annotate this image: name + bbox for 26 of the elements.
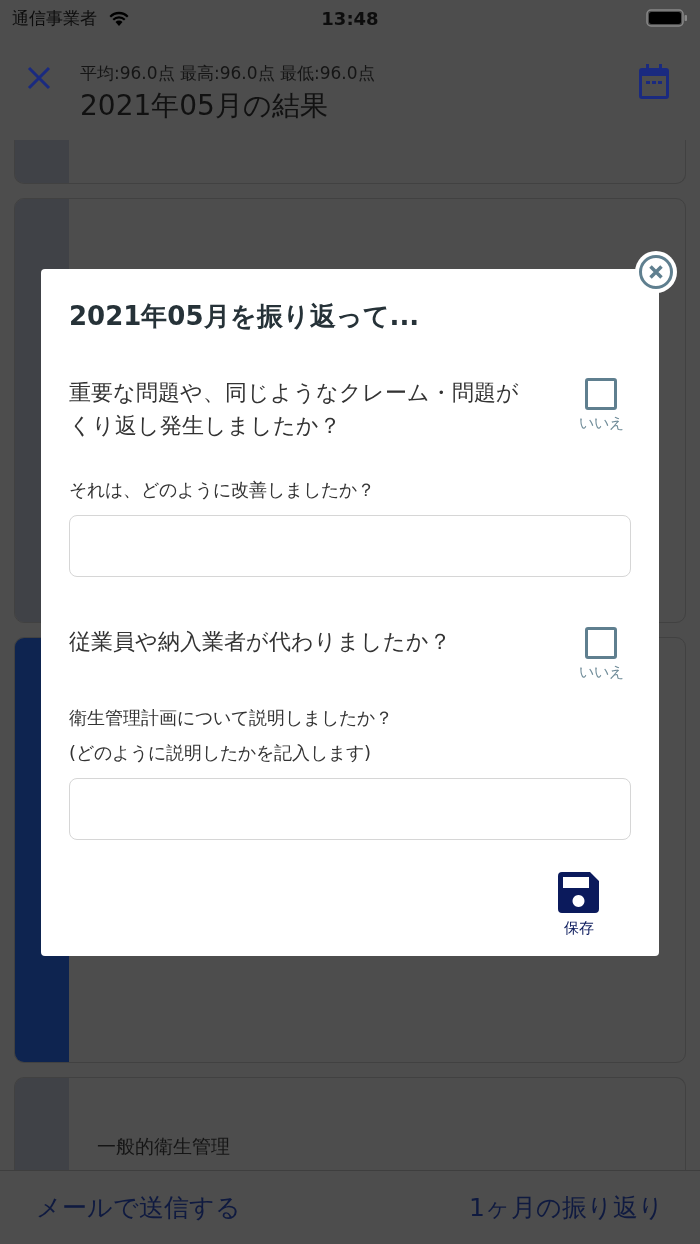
close-icon[interactable]	[26, 65, 52, 91]
monthly-review-button[interactable]: 1ヶ月の振り返り	[469, 1191, 664, 1224]
field-prompt: 衛生管理計画について説明しましたか？	[69, 706, 394, 730]
score-summary: 平均:96.0点 最高:96.0点 最低:96.0点	[80, 62, 376, 85]
field-prompt: (どのように説明したかを記入します)	[69, 741, 373, 765]
category-label: 一般的衛生管理	[97, 1135, 230, 1157]
question-text: 従業員や納入業者が代わりましたか？	[69, 628, 452, 656]
battery-icon	[646, 8, 688, 28]
calendar-icon[interactable]	[638, 64, 670, 99]
carrier-name: 通信事業者	[12, 6, 97, 30]
answer-field[interactable]	[69, 515, 631, 577]
clock-time: 13:48	[321, 7, 379, 29]
save-button[interactable]: 保存	[558, 872, 599, 938]
checkbox-label: いいえ	[578, 414, 624, 433]
checkbox-label: いいえ	[578, 663, 624, 682]
dialog-title: 2021年05月を振り返って...	[69, 300, 421, 333]
question-text: 重要な問題や、同じようなクレーム・問題がくり返し発生しましたか？	[69, 379, 519, 440]
send-mail-button[interactable]: メールで送信する	[36, 1191, 241, 1224]
close-icon	[638, 254, 674, 290]
wifi-icon	[107, 9, 131, 27]
result-card[interactable]: 一般的衛生管理	[14, 1077, 686, 1170]
page-title: 2021年05月の結果	[80, 88, 329, 124]
field-prompt: それは、どのように改善しましたか？	[69, 478, 376, 502]
checkbox[interactable]	[585, 378, 617, 410]
checkbox[interactable]	[585, 627, 617, 659]
answer-field[interactable]	[69, 778, 631, 840]
